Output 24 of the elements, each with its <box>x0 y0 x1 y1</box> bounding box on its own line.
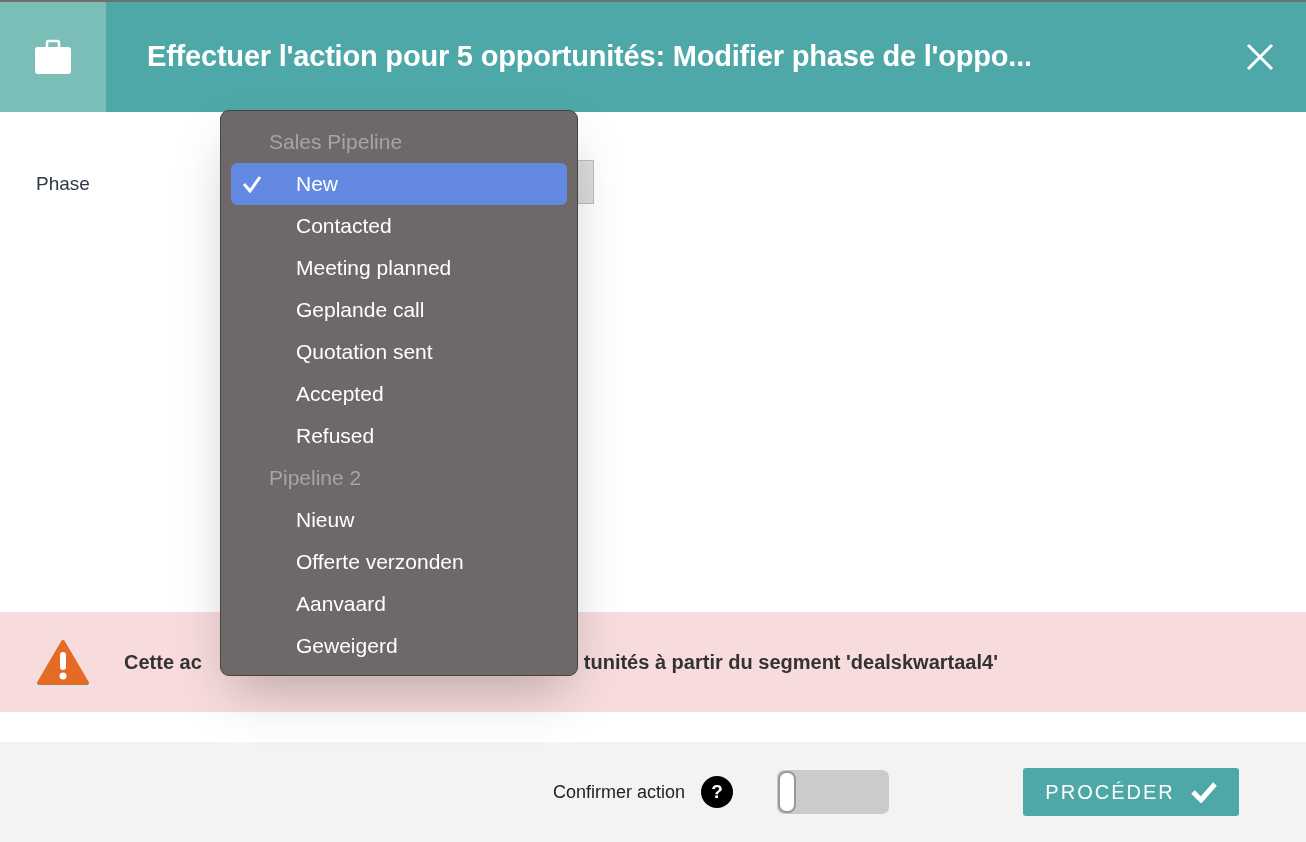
group-header: Pipeline 2 <box>268 465 363 492</box>
dropdown-option[interactable]: Geweigerd <box>231 625 567 667</box>
confirm-toggle[interactable] <box>777 770 890 814</box>
confirm-label: Confirmer action <box>553 780 686 804</box>
dropdown-option[interactable]: Contacted <box>231 205 567 247</box>
dropdown-option[interactable]: Quotation sent <box>231 331 567 373</box>
group-header: Sales Pipeline <box>268 129 404 156</box>
dropdown-option[interactable]: Refused <box>231 415 567 457</box>
phase-label: Phase <box>36 172 90 196</box>
dropdown-option[interactable]: Meeting planned <box>231 247 567 289</box>
warning-text: tunités à partir du segment 'dealskwartaal4' <box>583 650 998 675</box>
proceed-button[interactable]: PROCÉDER <box>1023 768 1240 816</box>
warning-text: Cette ac <box>124 650 202 675</box>
dialog-title: Effectuer l'action pour 5 opportunités: Modifier phase de l'oppo... <box>147 39 1032 75</box>
dropdown-option[interactable]: Offerte verzonden <box>231 541 567 583</box>
dropdown-option[interactable]: Geplande call <box>231 289 567 331</box>
dropdown-option[interactable]: Aanvaard <box>231 583 567 625</box>
dropdown-option[interactable]: Nieuw <box>231 499 567 541</box>
checkmark-icon <box>241 175 262 193</box>
help-icon[interactable]: ? <box>701 776 734 808</box>
check-icon <box>1190 781 1217 803</box>
briefcase-icon <box>34 39 72 75</box>
dropdown-option[interactable]: New <box>231 163 567 205</box>
dropdown-option[interactable]: Accepted <box>231 373 567 415</box>
